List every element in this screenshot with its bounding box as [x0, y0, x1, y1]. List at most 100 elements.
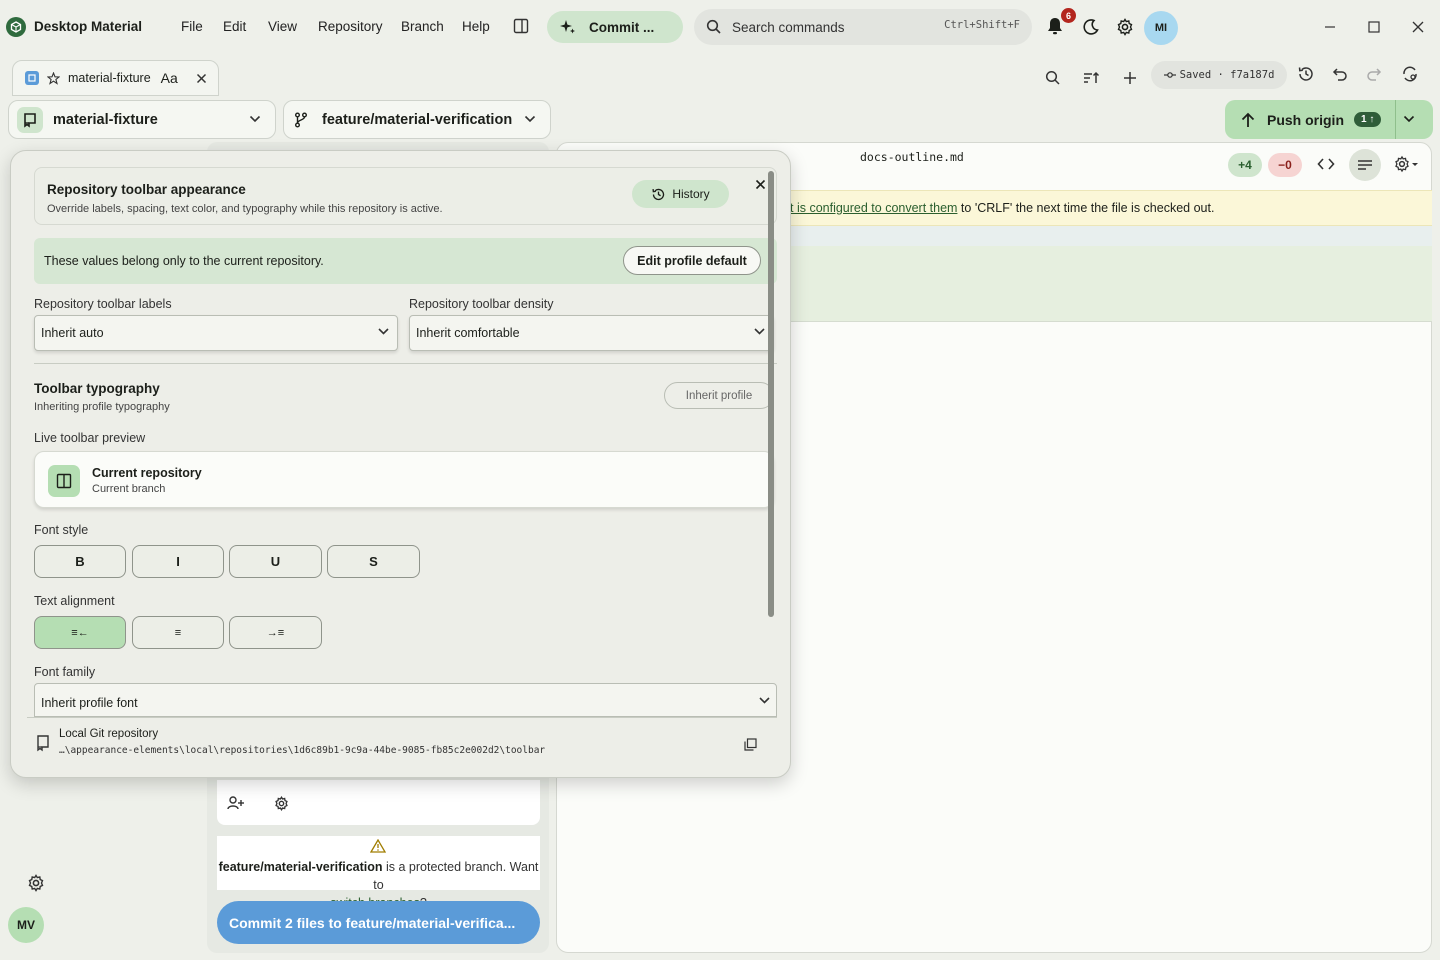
edit-profile-default-button[interactable]: Edit profile default	[623, 246, 761, 275]
align-left-button[interactable]: ≡←	[34, 616, 126, 649]
italic-button[interactable]: I	[132, 545, 224, 578]
branch-selector[interactable]: feature/material-verification	[283, 100, 551, 139]
arrow-up-icon	[1241, 112, 1255, 128]
line-ending-link[interactable]: t is configured to convert them	[790, 201, 957, 215]
sidebar-settings-icon[interactable]	[24, 871, 48, 895]
star-icon[interactable]	[47, 71, 60, 85]
search-shortcut: Ctrl+Shift+F	[944, 19, 1020, 31]
redo-icon[interactable]	[1362, 62, 1386, 86]
toolbar-density-select[interactable]: Inherit comfortable	[409, 315, 774, 351]
repository-tab[interactable]: material-fixture Aa	[12, 60, 219, 96]
sidebar-user-avatar[interactable]: MV	[8, 907, 44, 943]
repository-type: Local Git repository	[59, 728, 159, 740]
wrap-lines-icon[interactable]	[1349, 149, 1381, 181]
user-avatar[interactable]: MI	[1144, 11, 1178, 45]
code-view-icon[interactable]	[1314, 152, 1338, 176]
align-right-button[interactable]: →≡	[229, 616, 322, 649]
warning-icon	[370, 839, 386, 853]
popover-scroll-area[interactable]: Repository toolbar appearance Override l…	[11, 151, 790, 717]
repository-icon	[17, 106, 43, 133]
app-title: Desktop Material	[34, 19, 143, 34]
push-count: 1 ↑	[1354, 112, 1382, 127]
history-label: History	[672, 187, 710, 201]
deletions-count: −0	[1268, 153, 1302, 177]
bold-button[interactable]: B	[34, 545, 126, 578]
coauthor-icon[interactable]	[227, 796, 245, 810]
history-button[interactable]: History	[632, 180, 729, 208]
add-icon[interactable]	[1118, 66, 1142, 90]
close-icon[interactable]	[751, 175, 769, 193]
toolbar-labels-value: Inherit auto	[41, 326, 104, 340]
menu-help[interactable]: Help	[462, 19, 490, 34]
push-options-chevron-icon[interactable]	[1403, 115, 1415, 123]
menu-edit[interactable]: Edit	[223, 19, 246, 34]
branch-name: feature/material-verification	[322, 111, 513, 128]
maximize-icon[interactable]	[1362, 15, 1386, 39]
toolbar-labels-select[interactable]: Inherit auto	[34, 315, 398, 351]
added-lines	[790, 246, 1432, 322]
toolbar-appearance-popover: Repository toolbar appearance Override l…	[10, 150, 791, 778]
dark-mode-icon[interactable]	[1079, 15, 1103, 39]
chevron-down-icon	[249, 115, 261, 123]
font-family-select[interactable]: Inherit profile font	[34, 683, 777, 717]
chevron-down-icon	[524, 115, 536, 123]
repo-tab-icon	[25, 71, 39, 85]
sync-settings-icon[interactable]	[1398, 62, 1422, 86]
toolbar-density-value: Inherit comfortable	[416, 326, 520, 340]
notification-badge: 6	[1061, 8, 1076, 23]
app-logo-icon	[6, 17, 26, 37]
minimize-icon[interactable]	[1318, 15, 1342, 39]
commit-settings-gear-icon[interactable]	[274, 796, 289, 811]
density-field-label: Repository toolbar density	[409, 297, 554, 311]
inherit-profile-button[interactable]: Inherit profile	[664, 382, 774, 409]
align-center-button[interactable]: ≡	[132, 616, 224, 649]
menu-repository[interactable]: Repository	[318, 19, 383, 34]
history-icon[interactable]	[1294, 62, 1318, 86]
popover-header: Repository toolbar appearance Override l…	[34, 167, 777, 225]
commit-quick-button[interactable]: Commit ...	[547, 11, 683, 43]
tab-label: material-fixture	[68, 71, 151, 85]
font-family-value: Inherit profile font	[41, 696, 138, 710]
sort-icon[interactable]	[1079, 66, 1103, 90]
diff-settings-icon[interactable]	[1392, 152, 1422, 176]
scope-banner: These values belong only to the current …	[34, 238, 777, 284]
undo-icon[interactable]	[1328, 62, 1352, 86]
popover-scrollbar[interactable]	[768, 171, 774, 617]
font-toggle[interactable]: Aa	[161, 70, 178, 86]
sparkle-icon	[560, 20, 575, 34]
commit-description-box[interactable]	[217, 780, 540, 825]
find-icon[interactable]	[1041, 66, 1065, 90]
protected-text: is a protected branch. Want to	[373, 860, 539, 892]
popover-title: Repository toolbar appearance	[47, 182, 246, 197]
push-label: Push origin	[1267, 111, 1344, 128]
commit-button[interactable]: Commit 2 files to feature/material-verif…	[217, 901, 540, 944]
command-search[interactable]: Search commands Ctrl+Shift+F	[694, 9, 1032, 45]
line-ending-warning: t is configured to convert them to 'CRLF…	[790, 190, 1432, 226]
search-placeholder: Search commands	[732, 19, 845, 35]
menu-view[interactable]: View	[268, 19, 297, 34]
labels-field-label: Repository toolbar labels	[34, 297, 172, 311]
search-icon	[706, 19, 721, 34]
copy-path-icon[interactable]	[744, 738, 757, 751]
underline-button[interactable]: U	[229, 545, 322, 578]
font-style-label: Font style	[34, 523, 89, 537]
window-close-icon[interactable]	[1406, 15, 1430, 39]
hunk-header	[790, 226, 1432, 246]
strikethrough-button[interactable]: S	[327, 545, 420, 578]
saved-label: Saved · f7a187d	[1179, 69, 1275, 81]
menu-branch[interactable]: Branch	[401, 19, 444, 34]
toolbar-preview: Current repository Current branch	[34, 451, 774, 508]
saved-status: Saved · f7a187d	[1151, 61, 1287, 89]
push-origin-button[interactable]: Push origin 1 ↑	[1225, 100, 1433, 139]
title-bar: Desktop Material File Edit View Reposito…	[0, 0, 1440, 54]
settings-gear-icon[interactable]	[1113, 15, 1137, 39]
menu-file[interactable]: File	[181, 19, 203, 34]
preview-subtitle: Current branch	[92, 483, 166, 495]
preview-title: Current repository	[92, 466, 202, 480]
typography-title: Toolbar typography	[34, 381, 160, 396]
tab-close-icon[interactable]	[196, 73, 207, 84]
protected-branch-notice: feature/material-verification is a prote…	[217, 836, 540, 910]
popover-footer-divider	[27, 717, 777, 718]
repository-selector[interactable]: material-fixture	[8, 100, 276, 139]
toggle-sidebar-icon[interactable]	[509, 14, 533, 38]
